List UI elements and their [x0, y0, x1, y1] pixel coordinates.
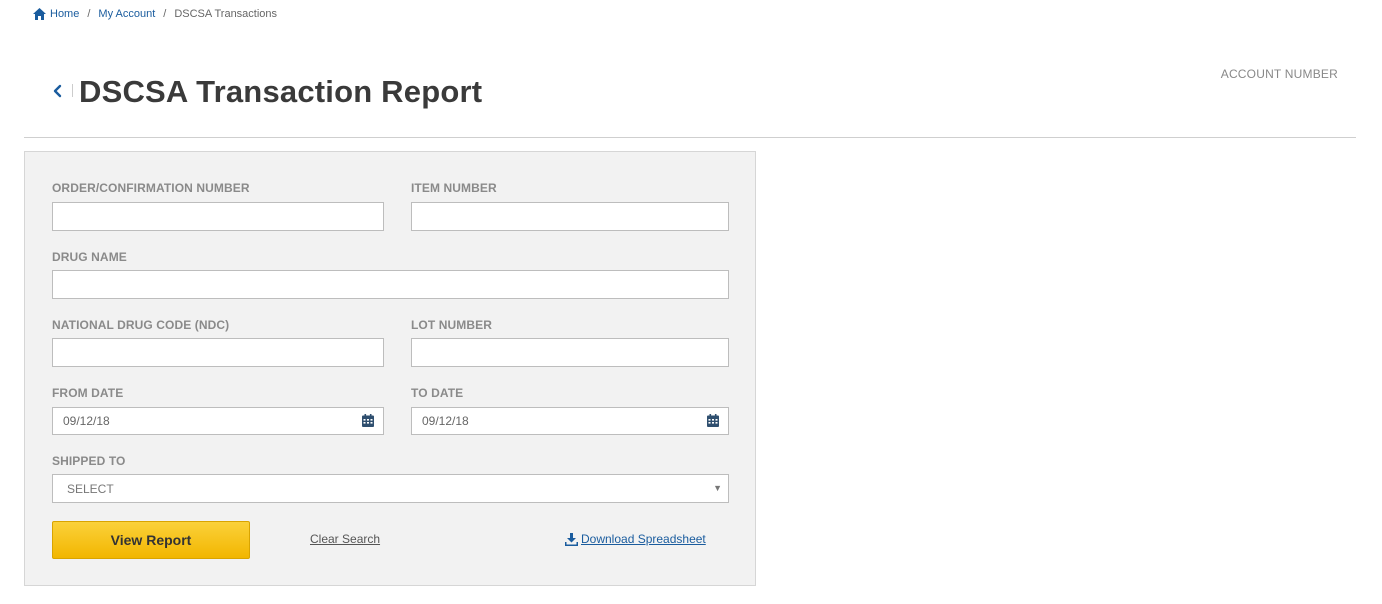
breadcrumb-separator: / — [163, 8, 167, 20]
drug-name-label: DRUG NAME — [52, 250, 127, 264]
ndc-input[interactable] — [52, 338, 384, 367]
to-date-label: TO DATE — [411, 386, 464, 400]
lot-number-input[interactable] — [411, 338, 729, 367]
shipped-to-selected-value: SELECT — [67, 482, 114, 496]
breadcrumb-home-link[interactable]: Home — [33, 8, 79, 20]
breadcrumb: Home / My Account / DSCSA Transactions — [33, 8, 277, 20]
breadcrumb-separator: / — [87, 8, 91, 20]
breadcrumb-home-label: Home — [50, 8, 80, 20]
shipped-to-select[interactable]: SELECT ▼ — [52, 474, 729, 503]
view-report-button[interactable]: View Report — [52, 521, 250, 559]
download-icon — [565, 532, 578, 546]
item-number-input[interactable] — [411, 202, 729, 231]
breadcrumb-my-account-link[interactable]: My Account — [98, 8, 155, 20]
breadcrumb-current: DSCSA Transactions — [174, 8, 278, 20]
calendar-icon[interactable] — [362, 414, 374, 427]
home-icon — [33, 8, 46, 20]
order-number-label: ORDER/CONFIRMATION NUMBER — [52, 181, 250, 195]
title-divider — [72, 84, 73, 97]
header-divider — [24, 137, 1356, 138]
drug-name-input[interactable] — [52, 270, 729, 299]
page: Home / My Account / DSCSA Transactions D… — [0, 0, 1382, 604]
to-date-input[interactable] — [411, 407, 729, 435]
page-title: DSCSA Transaction Report — [79, 74, 483, 109]
to-date-picker — [411, 407, 729, 435]
download-spreadsheet-label: Download Spreadsheet — [581, 532, 706, 546]
lot-number-label: LOT NUMBER — [411, 318, 492, 332]
from-date-picker — [52, 407, 384, 435]
dropdown-arrow-icon: ▼ — [713, 483, 722, 493]
ndc-label: NATIONAL DRUG CODE (NDC) — [52, 318, 230, 332]
download-spreadsheet-link[interactable]: Download Spreadsheet — [565, 532, 706, 546]
account-number-label: ACCOUNT NUMBER — [1220, 67, 1338, 81]
clear-search-link[interactable]: Clear Search — [310, 532, 380, 546]
item-number-label: ITEM NUMBER — [411, 181, 497, 195]
from-date-label: FROM DATE — [52, 386, 124, 400]
search-form-panel: ORDER/CONFIRMATION NUMBER ITEM NUMBER DR… — [24, 151, 756, 586]
shipped-to-label: SHIPPED TO — [52, 454, 126, 468]
calendar-icon[interactable] — [707, 414, 719, 427]
order-number-input[interactable] — [52, 202, 384, 231]
from-date-input[interactable] — [52, 407, 384, 435]
back-chevron-icon[interactable] — [51, 83, 65, 99]
